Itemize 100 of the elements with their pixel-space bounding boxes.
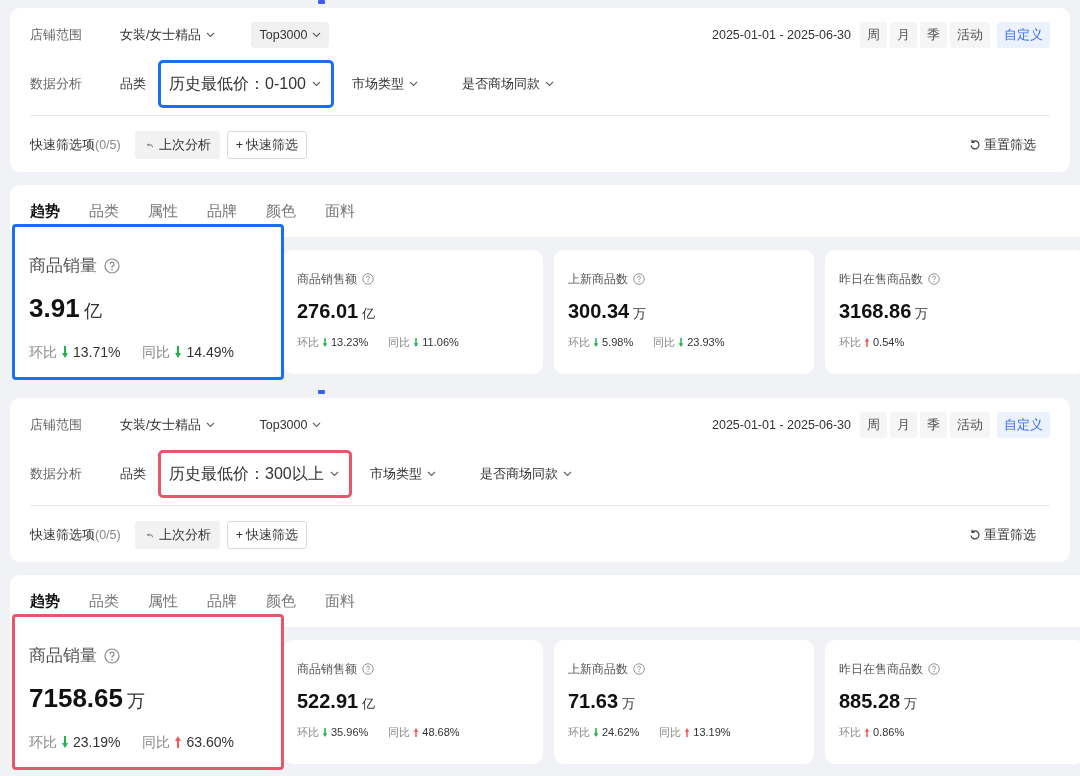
tab[interactable]: 品类 bbox=[89, 589, 119, 613]
change-label: 环比 bbox=[29, 342, 57, 362]
dropdown[interactable]: 市场类型 bbox=[361, 460, 444, 488]
period-button[interactable]: 月 bbox=[890, 411, 917, 439]
period-button[interactable]: 季 bbox=[920, 411, 947, 439]
change-value: 63.60% bbox=[186, 732, 234, 752]
change-label: 同比 bbox=[659, 725, 682, 740]
chevron-down-icon bbox=[329, 471, 339, 477]
dropdown[interactable]: 历史最低价：300以上 bbox=[158, 450, 352, 498]
change-value: 13.19% bbox=[693, 725, 731, 740]
chevron-down-icon bbox=[426, 471, 436, 477]
chevron-down-icon bbox=[544, 81, 554, 87]
dropdown[interactable]: 市场类型 bbox=[343, 70, 426, 98]
metric-value: 522.91 bbox=[297, 689, 359, 714]
metric-value: 300.34 bbox=[568, 299, 630, 324]
dropdown[interactable]: 品类 bbox=[112, 460, 154, 488]
metric-title: 上新商品数 bbox=[568, 271, 628, 288]
change-value: 11.06% bbox=[422, 335, 459, 350]
dropdown[interactable]: 品类 bbox=[112, 70, 154, 98]
period-button[interactable]: 自定义 bbox=[997, 21, 1050, 49]
change-value: 0.54% bbox=[873, 335, 905, 350]
period-button[interactable]: 活动 bbox=[950, 411, 990, 439]
change-value: 35.96% bbox=[331, 725, 369, 740]
quick-filter-button[interactable]: + 快速筛选 bbox=[226, 130, 308, 160]
period-button[interactable]: 周 bbox=[860, 411, 887, 439]
metric-title: 上新商品数 bbox=[568, 661, 628, 678]
change-label: 环比 bbox=[29, 732, 57, 752]
tab[interactable]: 品牌 bbox=[207, 589, 237, 613]
period-button[interactable]: 活动 bbox=[950, 21, 990, 49]
tab[interactable]: 趋势 bbox=[30, 589, 60, 613]
metric-value: 276.01 bbox=[297, 299, 359, 324]
chevron-down-icon bbox=[312, 32, 322, 38]
filter-label: 店铺范围 bbox=[30, 26, 83, 44]
metric-title: 商品销量 bbox=[29, 645, 97, 667]
metric-value: 3168.86 bbox=[839, 299, 912, 324]
help-icon bbox=[928, 663, 940, 675]
change-value: 13.71% bbox=[73, 342, 121, 362]
period-button[interactable]: 季 bbox=[920, 21, 947, 49]
dropdown[interactable]: 历史最低价：0-100 bbox=[158, 60, 334, 108]
metric-value: 7158.65 bbox=[29, 681, 123, 715]
chevron-down-icon bbox=[206, 422, 216, 428]
help-icon bbox=[928, 273, 940, 285]
change-value: 0.86% bbox=[873, 725, 905, 740]
dropdown[interactable]: 女装/女士精品 bbox=[112, 21, 224, 49]
date-range[interactable]: 2025-01-01 - 2025-06-30 bbox=[712, 25, 851, 45]
dropdown[interactable]: 是否商场同款 bbox=[471, 460, 580, 488]
metric-title: 商品销量 bbox=[29, 255, 97, 277]
undo-icon bbox=[146, 530, 153, 540]
change-label: 同比 bbox=[388, 725, 411, 740]
metric-value: 885.28 bbox=[839, 689, 901, 714]
indicator-mark bbox=[318, 0, 325, 4]
period-button[interactable]: 自定义 bbox=[997, 411, 1050, 439]
tab[interactable]: 面料 bbox=[325, 199, 355, 223]
metric-unit: 亿 bbox=[83, 299, 102, 323]
period-button[interactable]: 周 bbox=[860, 21, 887, 49]
tab[interactable]: 品牌 bbox=[207, 199, 237, 223]
reset-button[interactable]: 重置筛选 bbox=[969, 135, 1036, 155]
tab[interactable]: 面料 bbox=[325, 589, 355, 613]
tab[interactable]: 属性 bbox=[148, 199, 178, 223]
filter-label: 快速筛选项 bbox=[30, 526, 95, 544]
reset-button[interactable]: 重置筛选 bbox=[969, 525, 1036, 545]
change-label: 同比 bbox=[653, 335, 676, 350]
undo-icon bbox=[146, 140, 153, 150]
chevron-down-icon bbox=[206, 32, 216, 38]
change-label: 同比 bbox=[142, 732, 171, 752]
dropdown[interactable]: 女装/女士精品 bbox=[112, 411, 224, 439]
help-icon bbox=[362, 273, 374, 285]
dropdown[interactable]: 是否商场同款 bbox=[453, 70, 562, 98]
count-label: (0/5) bbox=[95, 136, 121, 154]
dropdown[interactable]: Top3000 bbox=[251, 21, 330, 49]
chevron-down-icon bbox=[408, 81, 418, 87]
tab[interactable]: 颜色 bbox=[266, 199, 296, 223]
metric-title: 昨日在售商品数 bbox=[839, 271, 923, 288]
tab[interactable]: 颜色 bbox=[266, 589, 296, 613]
date-range[interactable]: 2025-01-01 - 2025-06-30 bbox=[712, 415, 851, 435]
metric-title: 商品销售额 bbox=[297, 661, 357, 678]
help-icon bbox=[362, 663, 374, 675]
period-button[interactable]: 月 bbox=[890, 21, 917, 49]
change-value: 23.93% bbox=[687, 335, 725, 350]
dropdown[interactable]: Top3000 bbox=[251, 411, 330, 439]
chevron-down-icon bbox=[562, 471, 572, 477]
change-label: 环比 bbox=[839, 335, 861, 350]
change-label: 环比 bbox=[568, 725, 590, 740]
help-icon bbox=[633, 273, 645, 285]
metric-unit: 万 bbox=[633, 305, 647, 323]
change-label: 环比 bbox=[839, 725, 861, 740]
count-label: (0/5) bbox=[95, 526, 121, 544]
last-analysis-button[interactable]: 上次分析 bbox=[134, 130, 220, 160]
tab[interactable]: 趋势 bbox=[30, 199, 60, 223]
change-label: 环比 bbox=[297, 335, 319, 350]
quick-filter-button[interactable]: + 快速筛选 bbox=[226, 520, 308, 550]
filter-label: 店铺范围 bbox=[30, 416, 83, 434]
tab[interactable]: 品类 bbox=[89, 199, 119, 223]
change-value: 24.62% bbox=[602, 725, 640, 740]
change-label: 同比 bbox=[388, 335, 411, 350]
change-value: 5.98% bbox=[602, 335, 634, 350]
metric-value: 3.91 bbox=[29, 291, 80, 325]
tab[interactable]: 属性 bbox=[148, 589, 178, 613]
metric-value: 71.63 bbox=[568, 689, 619, 714]
last-analysis-button[interactable]: 上次分析 bbox=[134, 520, 220, 550]
